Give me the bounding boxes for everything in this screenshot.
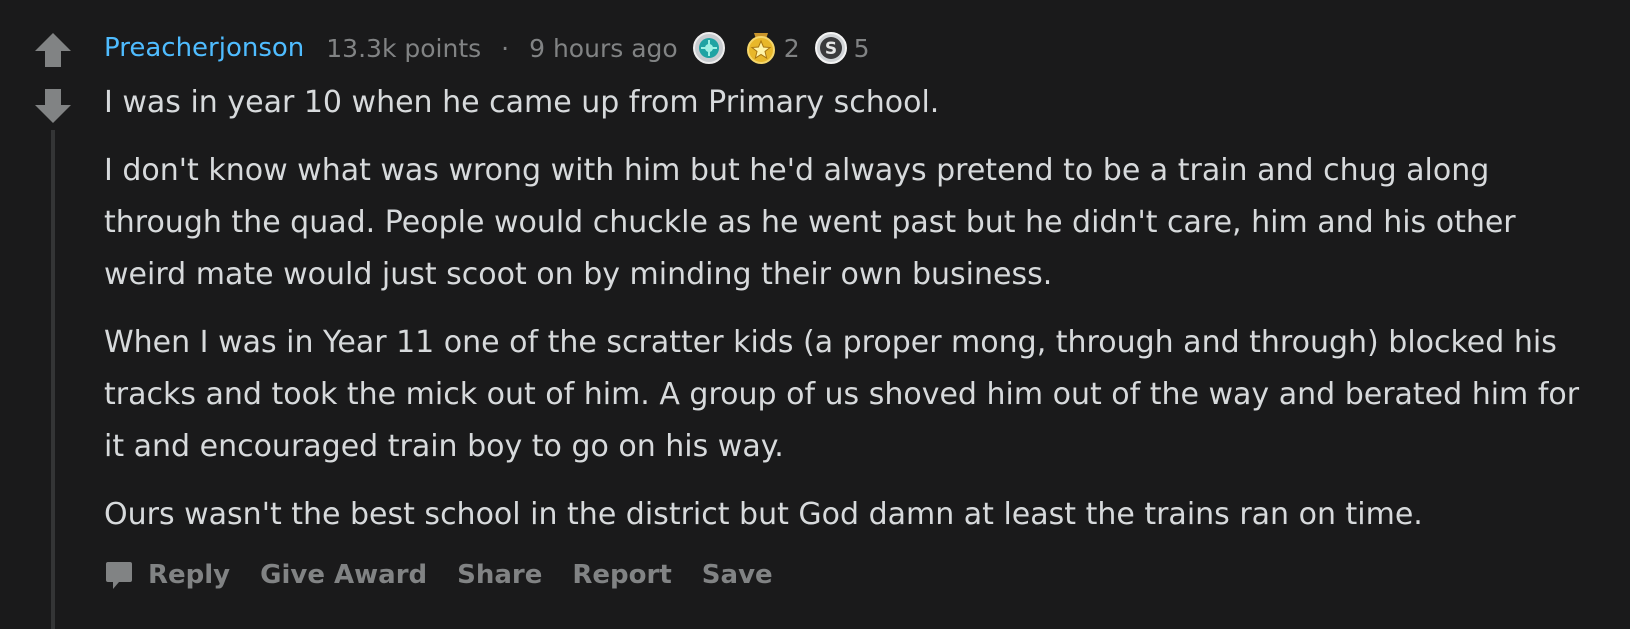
reply-label: Reply (148, 560, 231, 590)
silver-award-icon[interactable] (692, 31, 726, 65)
comment-body: I was in year 10 when he came up from Pr… (104, 77, 1604, 557)
save-button[interactable]: Save (702, 560, 773, 590)
meta-separator: · (501, 33, 510, 63)
comment-actions: Reply Give Award Share Report Save (104, 558, 803, 592)
comment-paragraph: Ours wasn't the best school in the distr… (104, 497, 1423, 532)
silver-award-count: 5 (853, 33, 870, 63)
silver-s-award-icon[interactable]: S (814, 31, 848, 65)
thread-collapse-line[interactable] (51, 130, 55, 629)
timestamp[interactable]: 9 hours ago (529, 34, 678, 63)
reply-button[interactable]: Reply (104, 558, 230, 592)
comment-paragraph: I don't know what was wrong with him but… (104, 153, 1516, 292)
points-count: 13.3k points (326, 33, 482, 63)
give-award-button[interactable]: Give Award (260, 560, 427, 590)
share-button[interactable]: Share (457, 560, 542, 590)
comment-paragraph: When I was in Year 11 one of the scratte… (104, 325, 1580, 464)
upvote-arrow-icon[interactable] (32, 30, 74, 72)
gold-award-count: 2 (783, 33, 800, 63)
gold-star-award-icon[interactable] (744, 31, 778, 65)
comment-bubble-icon (104, 558, 134, 592)
downvote-arrow-icon[interactable] (32, 86, 74, 128)
vote-column (32, 30, 74, 128)
author-link[interactable]: Preacherjonson (104, 33, 304, 63)
svg-text:S: S (824, 39, 836, 59)
report-button[interactable]: Report (572, 560, 671, 590)
comment-meta: Preacherjonson 13.3k points · 9 hours ag… (104, 28, 870, 68)
comment-paragraph: I was in year 10 when he came up from Pr… (104, 85, 940, 120)
